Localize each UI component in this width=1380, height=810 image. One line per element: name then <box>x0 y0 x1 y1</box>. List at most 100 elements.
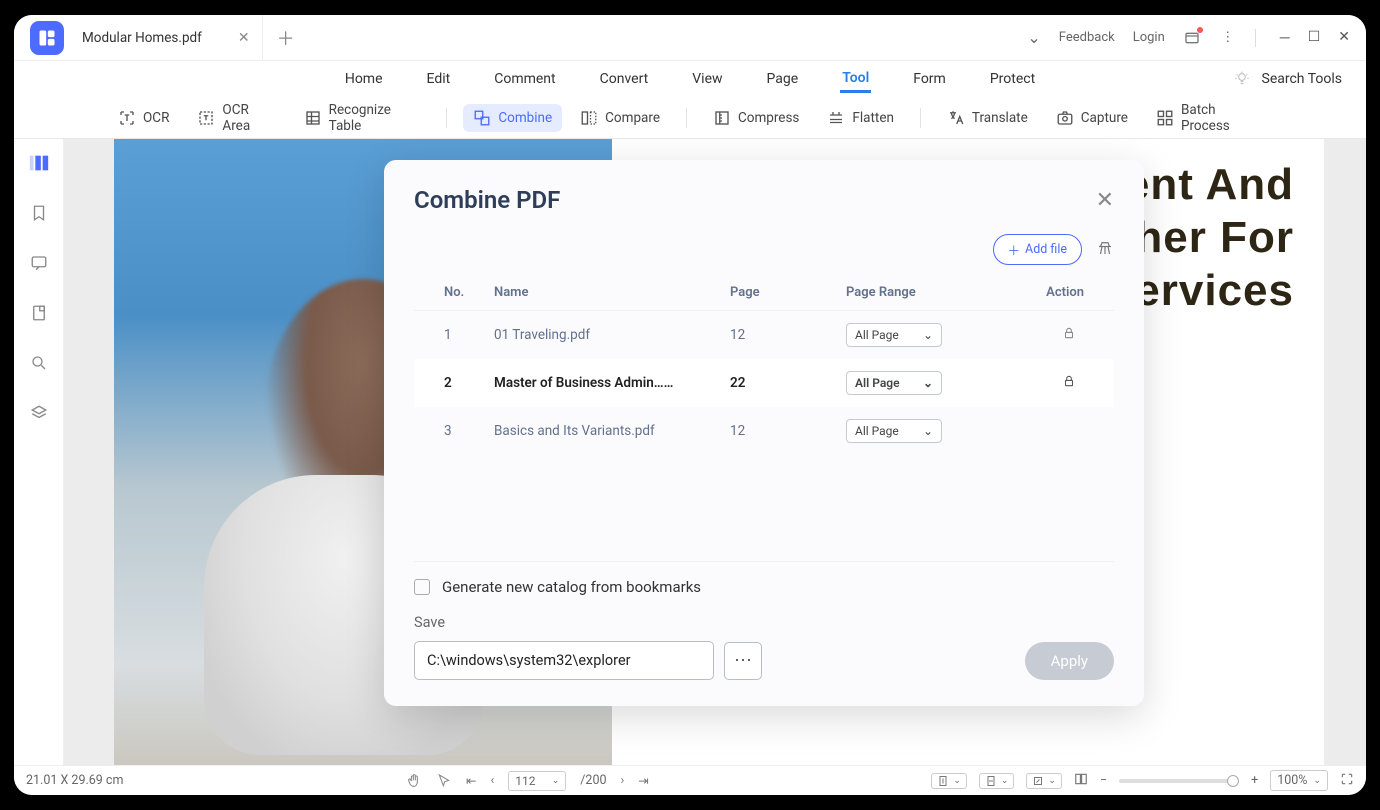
prev-page-icon[interactable]: ‹ <box>491 773 495 788</box>
tool-compress[interactable]: Compress <box>703 104 809 132</box>
tool-combine[interactable]: Combine <box>463 104 562 132</box>
page-total: /200 <box>580 773 606 788</box>
notification-icon[interactable] <box>1183 29 1201 47</box>
file-table: No. Name Page Page Range Action 1 01 Tra… <box>414 277 1114 551</box>
statusbar-right: ⌄ ⌄ ⌄ − + 100%⌄ <box>931 770 1354 791</box>
content-area: lligent And rapher For y Services Destin… <box>14 139 1366 765</box>
flatten-icon <box>827 109 845 127</box>
page-number-input[interactable]: 112⌄ <box>508 771 566 791</box>
statusbar: 21.01 X 29.69 cm ⇤ ‹ 112⌄ /200 › ⇥ ⌄ ⌄ ⌄… <box>14 765 1366 795</box>
slider-thumb[interactable] <box>1227 775 1239 787</box>
next-page-icon[interactable]: › <box>621 773 625 788</box>
fit-height-select[interactable]: ⌄ <box>931 773 967 789</box>
lightbulb-icon <box>1234 71 1250 87</box>
sidebar <box>14 139 64 765</box>
tool-ocr-area[interactable]: OCR Area <box>187 97 285 139</box>
combine-pdf-dialog: Combine PDF ✕ ＋ Add file No. Name <box>384 160 1144 706</box>
fit-width-select[interactable]: ⌄ <box>979 773 1015 789</box>
fullscreen-icon[interactable] <box>1340 772 1354 790</box>
tool-recognize-table[interactable]: Recognize Table <box>294 97 431 139</box>
page-range-select[interactable]: All Page⌄ <box>846 323 942 347</box>
zoom-out-icon[interactable]: − <box>1100 773 1107 788</box>
lock-icon[interactable] <box>1062 328 1076 344</box>
first-page-icon[interactable]: ⇤ <box>466 773 476 789</box>
clear-list-icon[interactable] <box>1096 239 1114 261</box>
tool-flatten[interactable]: Flatten <box>817 104 904 132</box>
sidebar-layers[interactable] <box>27 401 51 425</box>
titlebar: Modular Homes.pdf ✕ ＋ ⌄ Feedback Login ⋮… <box>14 15 1366 61</box>
menu-view[interactable]: View <box>690 67 724 91</box>
tool-compare[interactable]: Compare <box>570 104 670 132</box>
plus-icon: ＋ <box>1008 240 1021 259</box>
zoom-in-icon[interactable]: + <box>1251 773 1258 788</box>
toolbar: OCR OCR Area Recognize Table Combine Com… <box>14 97 1366 139</box>
minimize-button[interactable]: ─ <box>1280 29 1290 46</box>
menu-tool[interactable]: Tool <box>840 66 871 93</box>
chevron-down-icon: ⌄ <box>923 376 933 390</box>
zoom-mode-select[interactable]: ⌄ <box>1026 773 1062 789</box>
compress-icon <box>713 109 731 127</box>
sidebar-comments[interactable] <box>27 251 51 275</box>
capture-icon <box>1056 109 1074 127</box>
login-link[interactable]: Login <box>1133 30 1165 45</box>
checkbox-icon <box>414 579 430 595</box>
divider <box>414 561 1114 562</box>
document-tab[interactable]: Modular Homes.pdf ✕ <box>70 15 263 61</box>
table-row[interactable]: 2 Master of Business Admin…… 22 All Page… <box>414 359 1114 407</box>
dialog-close-button[interactable]: ✕ <box>1096 188 1114 213</box>
dropdown-icon[interactable]: ⌄ <box>1027 28 1040 47</box>
close-window-button[interactable]: ✕ <box>1338 29 1350 46</box>
tool-capture[interactable]: Capture <box>1046 104 1138 132</box>
sidebar-bookmarks[interactable] <box>27 201 51 225</box>
sidebar-thumbnails[interactable] <box>27 151 51 175</box>
table-row[interactable]: 1 01 Traveling.pdf 12 All Page⌄ <box>414 311 1114 359</box>
add-tab-button[interactable]: ＋ <box>277 25 295 51</box>
page-range-select[interactable]: All Page⌄ <box>846 419 942 443</box>
app-logo <box>30 21 64 55</box>
menu-convert[interactable]: Convert <box>598 67 651 91</box>
table-row[interactable]: 3 Basics and Its Variants.pdf 12 All Pag… <box>414 407 1114 455</box>
sidebar-search[interactable] <box>27 351 51 375</box>
menu-home[interactable]: Home <box>343 67 385 91</box>
generate-catalog-checkbox[interactable]: Generate new catalog from bookmarks <box>414 578 1114 596</box>
menu-comment[interactable]: Comment <box>492 67 557 91</box>
zoom-level-select[interactable]: 100%⌄ <box>1270 770 1328 791</box>
toolbar-separator <box>920 108 921 128</box>
menu-page[interactable]: Page <box>765 67 801 91</box>
menu-protect[interactable]: Protect <box>988 67 1037 91</box>
search-tools-input[interactable]: Search Tools <box>1260 67 1344 91</box>
reading-mode-icon[interactable] <box>1074 772 1088 790</box>
combine-icon <box>473 109 491 127</box>
separator <box>1255 29 1256 47</box>
toolbar-separator <box>446 108 447 128</box>
titlebar-right: ⌄ Feedback Login ⋮ ─ ☐ ✕ <box>1027 28 1356 47</box>
add-file-button[interactable]: ＋ Add file <box>993 234 1082 265</box>
browse-button[interactable]: ⋯ <box>724 642 762 680</box>
chevron-down-icon: ⌄ <box>552 776 560 786</box>
last-page-icon[interactable]: ⇥ <box>638 773 648 789</box>
lock-icon[interactable] <box>1062 376 1076 392</box>
apply-button[interactable]: Apply <box>1025 642 1114 680</box>
select-tool-icon[interactable] <box>436 773 452 789</box>
page-range-select[interactable]: All Page⌄ <box>846 371 942 395</box>
sidebar-attachments[interactable] <box>27 301 51 325</box>
save-path-input[interactable]: C:\windows\system32\explorer <box>414 641 714 680</box>
menu-form[interactable]: Form <box>911 67 948 91</box>
menu-edit[interactable]: Edit <box>425 67 453 91</box>
document-viewport[interactable]: lligent And rapher For y Services Destin… <box>64 139 1366 765</box>
tool-batch-process[interactable]: Batch Process <box>1146 97 1272 139</box>
notification-dot <box>1197 27 1203 33</box>
more-menu-icon[interactable]: ⋮ <box>1219 29 1237 47</box>
hand-tool-icon[interactable] <box>406 773 422 789</box>
tool-ocr[interactable]: OCR <box>108 104 179 132</box>
dialog-title: Combine PDF <box>414 186 560 214</box>
tool-translate[interactable]: Translate <box>937 104 1038 132</box>
window-controls: ─ ☐ ✕ <box>1280 29 1350 46</box>
zoom-slider[interactable] <box>1119 779 1239 783</box>
maximize-button[interactable]: ☐ <box>1308 29 1321 46</box>
ocr-icon <box>118 109 136 127</box>
page-dimensions: 21.01 X 29.69 cm <box>26 773 123 788</box>
close-tab-icon[interactable]: ✕ <box>238 30 250 46</box>
save-label: Save <box>414 614 1114 631</box>
feedback-link[interactable]: Feedback <box>1059 30 1115 45</box>
